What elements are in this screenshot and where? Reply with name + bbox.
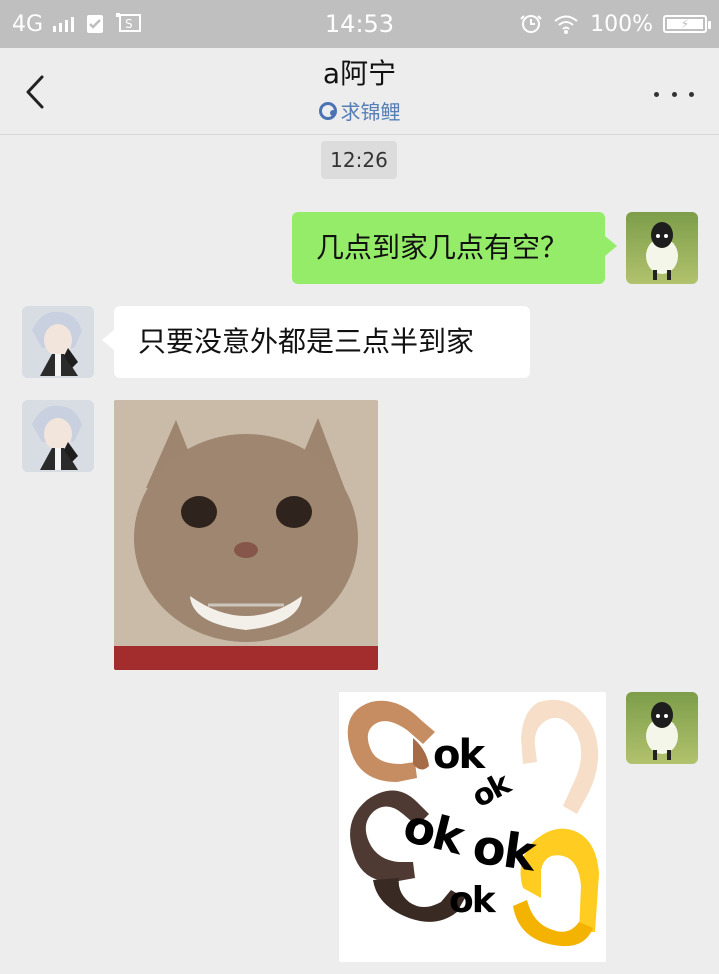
clipboard-check-icon [87,15,104,33]
contact-avatar[interactable] [22,400,94,472]
sheep-icon [646,222,678,280]
status-label: 求锦鲤 [340,100,401,124]
my-avatar[interactable] [626,692,698,764]
message-bubble[interactable]: 几点到家几点有空？ [292,212,617,284]
more-dot-icon [689,91,694,97]
network-label: 4G [12,11,44,37]
more-dot-icon [671,91,677,97]
status-icon [318,101,337,120]
status-left: 4G S [12,12,242,37]
status-bar: 4G S 14:53 100% ⚡ [0,0,719,48]
contact-name: a阿宁 [322,57,397,90]
ok-word: ok [449,880,497,921]
battery-icon: ⚡ [663,15,711,33]
anime-avatar-icon [22,400,94,472]
ok-word: ok [433,732,486,778]
message-bubble[interactable]: 只要没意外都是三点半到家 [102,306,530,378]
wifi-icon [554,15,578,34]
message-text: 只要没意外都是三点半到家 [138,325,475,358]
screen-s-icon: S [116,13,142,32]
ok-sticker-image[interactable]: ok ok ok ok ok [339,692,606,962]
ok-word: ok [469,818,540,882]
status-right: 100% ⚡ [477,11,711,37]
contact-status: 求锦鲤 [318,96,401,125]
status-time: 14:53 [324,10,395,38]
cat-sticker-image[interactable] [114,400,378,670]
chat-area[interactable]: 12:26 几点到家几点有空？ 只要没意外都是三点半到家 ok ok ok ok… [0,134,719,974]
smiling-cat-icon [114,400,378,670]
sheep-icon [646,702,678,760]
battery-label: 100% [590,11,653,37]
message-text: 几点到家几点有空？ [316,231,569,264]
more-dot-icon [654,91,659,97]
more-options-button[interactable] [654,84,694,104]
anime-avatar-icon [22,306,94,378]
timestamp-chip: 12:26 [321,141,397,179]
svg-text:S: S [125,17,133,31]
signal-icon [53,16,75,32]
chat-title-wrap: a阿宁 求锦鲤 [0,56,719,125]
alarm-icon [520,15,542,33]
my-avatar[interactable] [626,212,698,284]
contact-avatar[interactable] [22,306,94,378]
chat-header: a阿宁 求锦鲤 [0,48,719,135]
ok-hand-icon: ok ok ok ok ok [339,692,606,962]
